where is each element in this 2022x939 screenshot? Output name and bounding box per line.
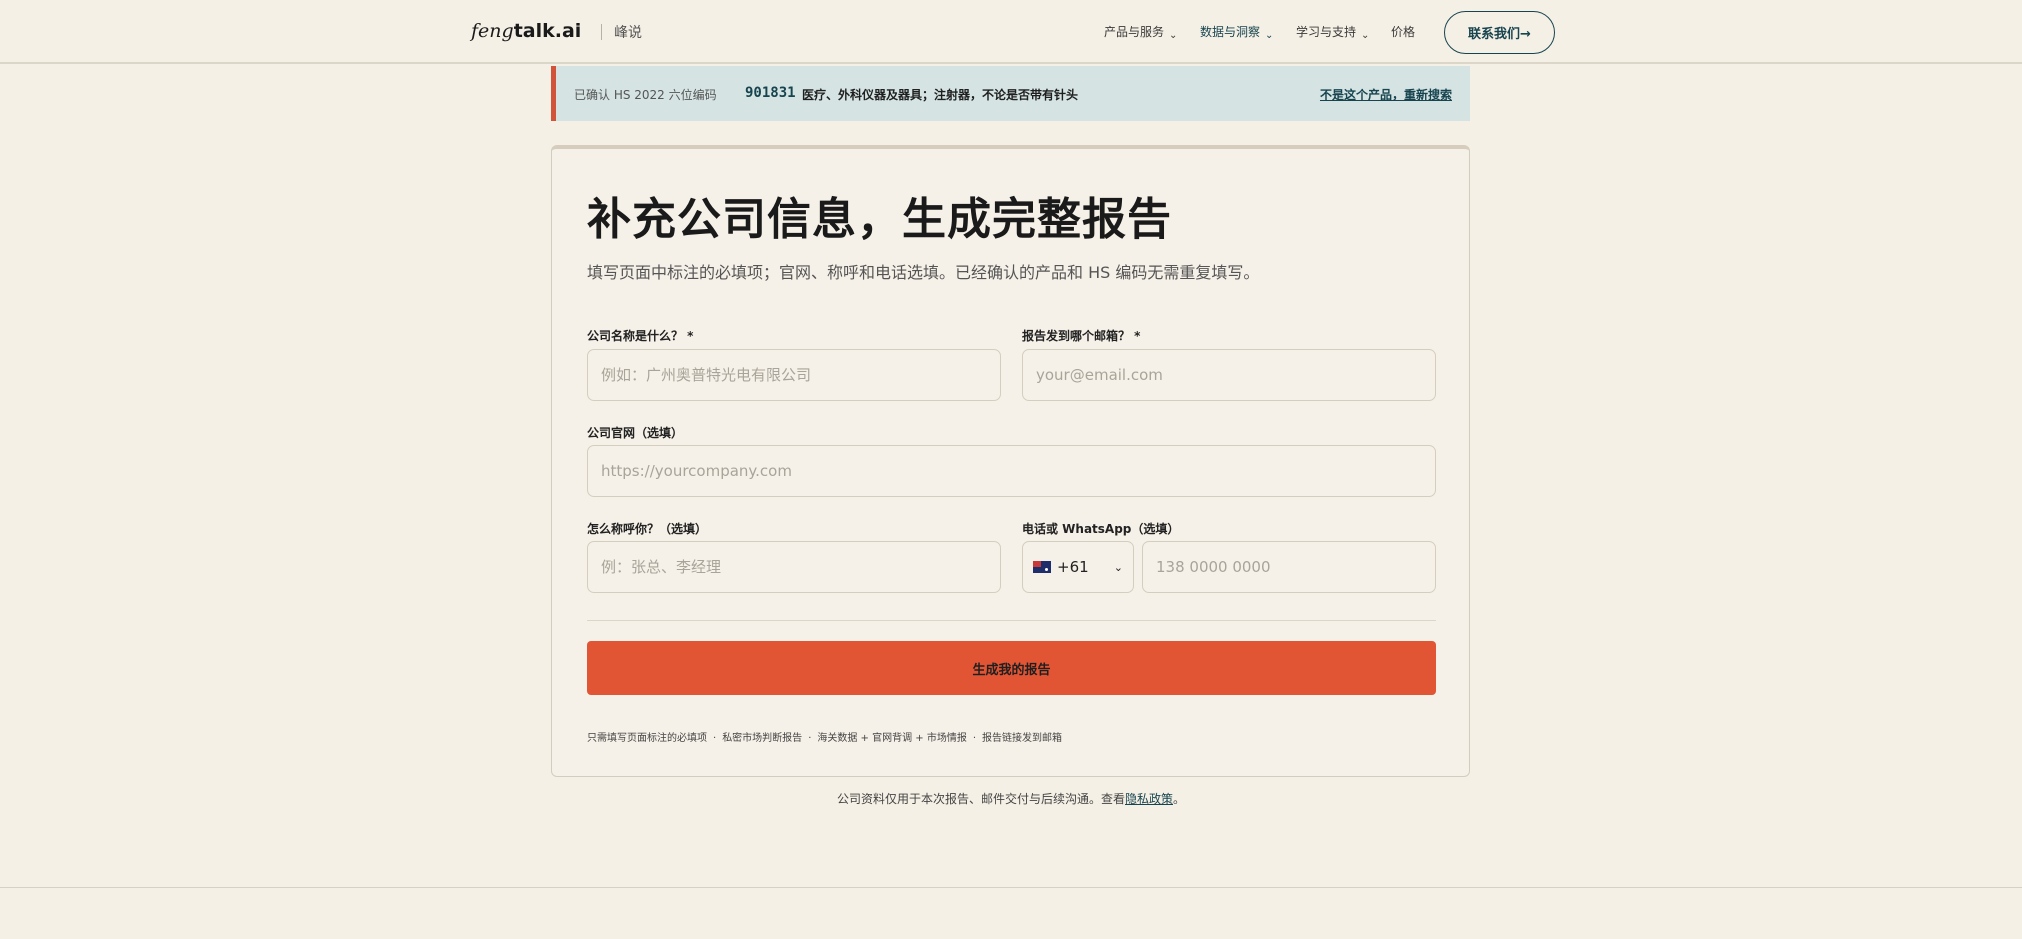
australia-flag-icon	[1033, 561, 1051, 573]
research-link[interactable]: 不是这个产品，重新搜索	[1320, 86, 1452, 103]
form-divider	[587, 620, 1436, 621]
phone-label: 电话或 WhatsApp（选填）	[1022, 522, 1180, 536]
hs-banner-label: 已确认 HS 2022 六位编码	[574, 88, 717, 102]
perk-separator: ·	[808, 733, 812, 744]
hs-description: 医疗、外科仪器及器具；注射器，不论是否带有针头	[802, 88, 1079, 102]
form-card: 补充公司信息，生成完整报告 填写页面中标注的必填项；官网、称呼和电话选填。已经确…	[551, 145, 1470, 777]
perks-list: 只需填写页面标注的必填项 · 私密市场判断报告 · 海关数据 + 官网背调 + 市场情报…	[587, 729, 1062, 744]
privacy-text: 公司资料仅用于本次报告、邮件交付与后续沟通。查看	[836, 792, 1125, 806]
chevron-down-icon: ⌄	[1265, 30, 1274, 41]
page-title: 补充公司信息，生成完整报告	[587, 194, 1172, 245]
company-name-input[interactable]	[587, 349, 1001, 401]
nav-item-learning[interactable]: 学习与支持 ⌄	[1296, 23, 1370, 41]
privacy-note: 公司资料仅用于本次报告、邮件交付与后续沟通。查看隐私政策。	[0, 790, 2022, 807]
top-nav: fengtalk.ai 峰说 产品与服务 ⌄ 数据与洞察 ⌄ 学习与支持 ⌄ 价格 联…	[0, 0, 2022, 64]
logo-divider	[601, 24, 602, 40]
perk-item: 海关数据 + 官网背调 + 市场情报	[817, 733, 967, 744]
footer-divider	[0, 887, 2022, 888]
country-code-select[interactable]: +61 ⌄	[1022, 541, 1134, 593]
nav-item-label: 学习与支持	[1296, 25, 1357, 39]
privacy-suffix: 。	[1173, 792, 1186, 806]
company-name-label: 公司名称是什么？ *	[587, 329, 694, 343]
country-code-value: +61	[1057, 558, 1089, 576]
email-input[interactable]	[1022, 349, 1436, 401]
chevron-down-icon: ⌄	[1361, 30, 1370, 41]
phone-input[interactable]	[1142, 541, 1436, 593]
nav-item-label: 产品与服务	[1104, 25, 1165, 39]
website-label: 公司官网（选填）	[587, 426, 684, 440]
privacy-policy-link[interactable]: 隐私政策	[1125, 792, 1173, 806]
brand-subtitle: 峰说	[614, 25, 642, 41]
logo-bold: talk.ai	[513, 20, 582, 42]
name-input[interactable]	[587, 541, 1001, 593]
hs-code: 901831	[745, 85, 796, 101]
perk-item: 私密市场判断报告	[722, 733, 803, 744]
nav-item-data[interactable]: 数据与洞察 ⌄	[1200, 23, 1274, 41]
logo[interactable]: fengtalk.ai	[471, 20, 581, 42]
chevron-down-icon: ⌄	[1169, 30, 1178, 41]
website-input[interactable]	[587, 445, 1436, 497]
hs-code-banner: 已确认 HS 2022 六位编码 901831 医疗、外科仪器及器具；注射器，不…	[551, 66, 1470, 121]
nav-item-label: 数据与洞察	[1200, 25, 1261, 39]
perk-separator: ·	[972, 733, 977, 744]
nav-item-pricing[interactable]: 价格	[1391, 23, 1415, 40]
nav-item-products[interactable]: 产品与服务 ⌄	[1104, 23, 1178, 41]
perk-separator: ·	[713, 733, 717, 744]
page-subtitle: 填写页面中标注的必填项；官网、称呼和电话选填。已经确认的产品和 HS 编码无需重…	[587, 263, 1260, 282]
perk-item: 只需填写页面标注的必填项	[587, 733, 707, 744]
email-label: 报告发到哪个邮箱？ *	[1022, 329, 1141, 343]
nav-item-label: 价格	[1391, 25, 1416, 39]
contact-button[interactable]: 联系我们→	[1444, 11, 1555, 54]
perk-item: 报告链接发到邮箱	[982, 733, 1063, 744]
name-label: 怎么称呼你？（选填）	[587, 522, 708, 536]
logo-italic: feng	[471, 20, 514, 42]
chevron-down-icon: ⌄	[1113, 560, 1123, 574]
generate-report-button[interactable]: 生成我的报告	[587, 641, 1436, 695]
